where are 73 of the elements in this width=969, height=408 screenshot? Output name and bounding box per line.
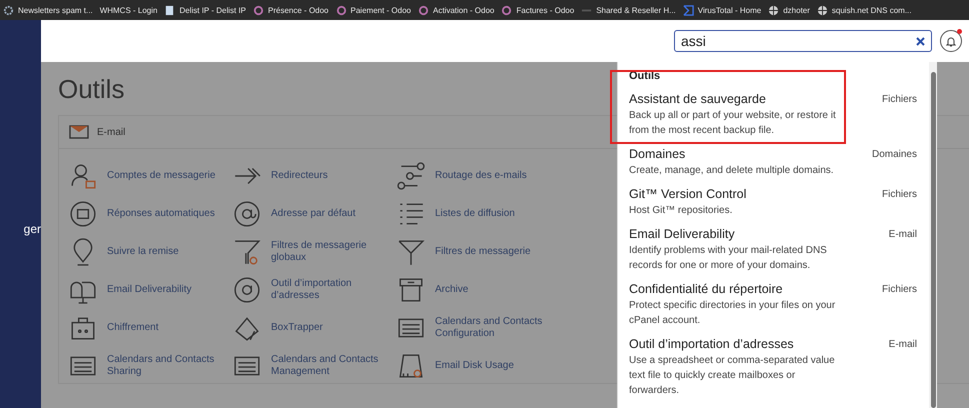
tool-link[interactable]: Adresse par défaut bbox=[271, 208, 391, 220]
user-mail-icon bbox=[69, 162, 97, 190]
tool-link[interactable]: Comptes de messagerie bbox=[107, 170, 227, 182]
result-description: Back up all or part of your website, or restore it from the most recent backup file. bbox=[629, 109, 837, 138]
tool-link[interactable]: BoxTrapper bbox=[271, 322, 391, 334]
tool-link[interactable]: Suivre la remise bbox=[107, 246, 227, 258]
scrollbar-thumb[interactable] bbox=[930, 72, 936, 408]
bookmark-link[interactable]: VirusTotal - Home bbox=[698, 6, 762, 14]
at-sign-icon bbox=[233, 276, 261, 304]
bell-button[interactable] bbox=[940, 30, 962, 52]
result-title[interactable]: Confidentialité du répertoire bbox=[629, 282, 874, 296]
bookmark-link[interactable]: WHMCS - Login bbox=[100, 6, 158, 14]
result-description: Host Git™ repositories. bbox=[629, 204, 734, 218]
globe-icon bbox=[816, 4, 828, 16]
tool-link[interactable]: Email Deliverability bbox=[107, 284, 227, 296]
result-title[interactable]: Email Deliverability bbox=[629, 227, 881, 241]
bookmark-link[interactable]: Paiement - Odoo bbox=[350, 6, 411, 14]
result-title[interactable]: Git™ Version Control bbox=[629, 187, 874, 201]
bookmark-link[interactable]: Activation - Odoo bbox=[433, 6, 494, 14]
result-category: Fichiers bbox=[882, 93, 917, 106]
globe-icon bbox=[768, 4, 780, 16]
tool-link[interactable]: Listes de diffusion bbox=[435, 208, 555, 220]
tool-link[interactable]: Email Disk Usage bbox=[435, 360, 555, 372]
tool-link[interactable]: Filtres de messagerie globaux bbox=[271, 240, 391, 264]
result-description: Identify problems with your mail-related DNS records for one or more of your domains. bbox=[629, 244, 828, 273]
tool-link[interactable]: Chiffrement bbox=[107, 322, 227, 334]
result-category: Fichiers bbox=[882, 188, 917, 201]
routing-icon bbox=[397, 162, 425, 190]
result-description: Protect specific directories in your files on your cPanel account. bbox=[629, 299, 836, 328]
filter-icon bbox=[397, 238, 425, 266]
tool-link[interactable]: Archive bbox=[435, 284, 555, 296]
bookmark-link[interactable]: squish.net DNS com... bbox=[832, 6, 912, 14]
bookmark-link[interactable]: Delist IP - Delist IP bbox=[179, 6, 246, 14]
bookmark-link[interactable]: dzhoter bbox=[783, 6, 810, 14]
envelope-icon bbox=[69, 124, 89, 140]
archive-box-icon bbox=[397, 276, 425, 304]
results-heading: Outils bbox=[629, 70, 662, 82]
tool-link[interactable]: Redirecteurs bbox=[271, 170, 391, 182]
disk-icon bbox=[397, 352, 425, 380]
result-title[interactable]: Domaines bbox=[629, 147, 864, 161]
tool-link[interactable]: Filtres de messagerie bbox=[435, 246, 555, 258]
bookmark-link[interactable]: Shared & Reseller H... bbox=[596, 6, 676, 14]
sidebar-label[interactable]: ger bbox=[24, 222, 41, 236]
at-sign-icon bbox=[233, 200, 261, 228]
result-category: Fichiers bbox=[882, 283, 917, 296]
result-category: Domaines bbox=[872, 148, 917, 161]
bookmark-link[interactable]: Présence - Odoo bbox=[268, 6, 329, 14]
ring-icon bbox=[418, 4, 429, 16]
result-category: E-mail bbox=[888, 338, 917, 351]
filter-globe-icon bbox=[233, 238, 261, 266]
search-field[interactable]: assi bbox=[674, 30, 932, 52]
tool-link[interactable]: Calendars and Contacts Sharing bbox=[107, 354, 227, 378]
page-title: Outils bbox=[58, 74, 124, 105]
gear-icon bbox=[3, 4, 14, 16]
tool-link[interactable]: Routage des e-mails bbox=[435, 170, 555, 182]
tool-link[interactable]: Réponses automatiques bbox=[107, 208, 227, 220]
tool-link[interactable]: Outil d’importation d’adresses bbox=[271, 278, 391, 302]
bookmark-link[interactable]: Newsletters spam t... bbox=[18, 6, 93, 14]
result-description: Create, manage, and delete multiple domains. bbox=[629, 164, 835, 178]
bell-icon bbox=[946, 36, 956, 46]
ring-icon bbox=[253, 4, 264, 16]
bookmark-link[interactable]: Factures - Odoo bbox=[516, 6, 574, 14]
result-category: E-mail bbox=[888, 228, 917, 241]
tool-link[interactable]: Calendars and Contacts Configuration bbox=[435, 316, 555, 340]
ring-icon bbox=[501, 4, 512, 16]
tool-link[interactable]: Calendars and Contacts Management bbox=[271, 354, 391, 378]
close-icon[interactable] bbox=[916, 36, 925, 46]
result-description: Use a spreadsheet or comma-separated value text file to quickly create mailboxes or forwarders. bbox=[629, 354, 836, 398]
section-title: E-mail bbox=[97, 126, 126, 138]
result-title[interactable]: Outil d’importation d’adresses bbox=[629, 337, 881, 351]
page-icon bbox=[164, 4, 176, 16]
ring-icon bbox=[336, 4, 347, 16]
result-title[interactable]: Assistant de sauvegarde bbox=[629, 92, 874, 106]
